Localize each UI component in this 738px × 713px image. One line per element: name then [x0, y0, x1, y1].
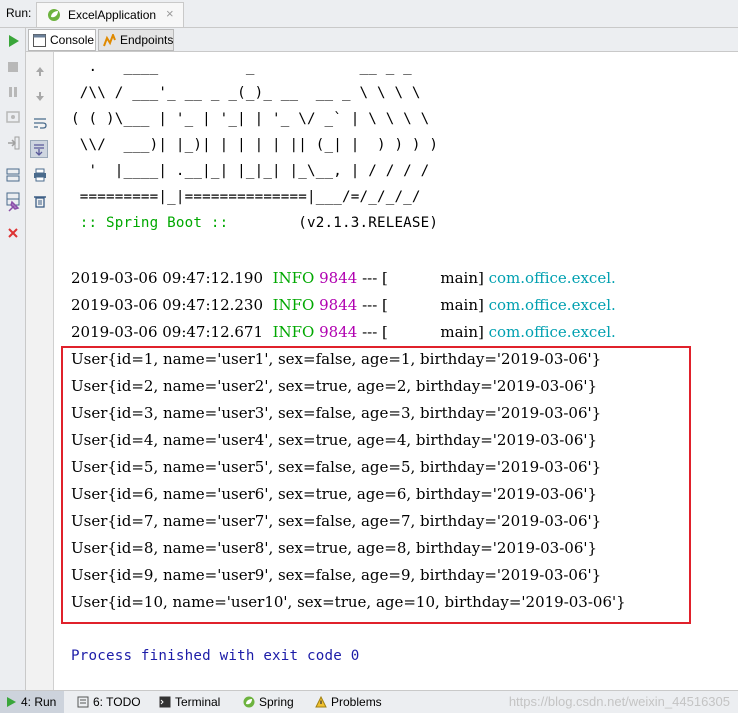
log-timestamp: 2019-03-06 09:47:12.190	[71, 269, 264, 287]
user-output-line: User{id=4, name='user4', sex=true, age=4…	[71, 431, 598, 449]
run-actions-toolbar	[0, 28, 26, 690]
exit-icon[interactable]	[4, 134, 22, 152]
user-output-line: User{id=10, name='user10', sex=true, age…	[71, 593, 626, 611]
spring-boot-label: :: Spring Boot ::	[71, 215, 238, 231]
toolwindow-todo[interactable]: 6: TODO	[72, 691, 146, 713]
user-output-line: User{id=8, name='user8', sex=true, age=8…	[71, 539, 598, 557]
banner-line-6: =========|_|==============|___/=/_/_/_/	[71, 189, 421, 205]
banner-line-4: \\/ ___)| |_)| | | | | || (_| | ) ) ) )	[71, 137, 439, 153]
stop-icon[interactable]	[4, 58, 22, 76]
user-output-line: User{id=5, name='user5', sex=false, age=…	[71, 458, 602, 476]
spring-leaf-icon	[243, 696, 255, 708]
toolwindow-todo-label: 6: TODO	[93, 695, 141, 709]
console-output[interactable]: . ____ _ __ _ _ /\\ / ___'_ __ _ _(_)_ _…	[55, 52, 738, 690]
run-toolwindow-header: Run: ExcelApplication ×	[0, 0, 738, 28]
run-config-tab-label: ExcelApplication	[68, 8, 157, 22]
problems-icon	[315, 696, 327, 708]
scroll-down-icon[interactable]	[31, 88, 49, 106]
banner-line-3: ( ( )\___ | '_ | '_| | '_ \/ _` | \ \ \ …	[71, 111, 430, 127]
console-icon	[33, 34, 46, 47]
log-thread: main]	[387, 323, 484, 341]
log-timestamp: 2019-03-06 09:47:12.230	[71, 296, 264, 314]
log-pid: 9844	[319, 269, 358, 287]
spring-boot-version: (v2.1.3.RELEASE)	[237, 215, 439, 231]
user-output-line: User{id=2, name='user2', sex=true, age=2…	[71, 377, 598, 395]
toolwindow-spring[interactable]: Spring	[238, 691, 299, 713]
run-label: Run:	[6, 6, 32, 20]
watermark: https://blog.csdn.net/weixin_44516305	[508, 694, 730, 709]
close-icon[interactable]: ×	[166, 6, 174, 21]
user-output-line: User{id=1, name='user1', sex=false, age=…	[71, 350, 602, 368]
log-line: 2019-03-06 09:47:12.190 INFO 9844 --- [ …	[71, 269, 616, 287]
user-output-line: User{id=9, name='user9', sex=false, age=…	[71, 566, 602, 584]
log-line: 2019-03-06 09:47:12.671 INFO 9844 --- [ …	[71, 323, 616, 341]
dump-threads-icon[interactable]	[4, 108, 22, 126]
clear-all-icon[interactable]	[31, 192, 49, 210]
run-icon	[7, 697, 16, 707]
user-output-line: User{id=6, name='user6', sex=true, age=6…	[71, 485, 598, 503]
log-level: INFO	[272, 323, 315, 341]
rerun-icon[interactable]	[4, 32, 22, 50]
console-tabbar: Console Endpoints	[26, 28, 738, 52]
user-output-line: User{id=7, name='user7', sex=false, age=…	[71, 512, 602, 530]
run-config-tab[interactable]: ExcelApplication	[36, 2, 184, 27]
tab-endpoints-label: Endpoints	[120, 33, 174, 47]
soft-wrap-icon[interactable]	[31, 114, 49, 132]
toolwindow-run-label: 4: Run	[21, 695, 57, 709]
toolwindow-problems-label: Problems	[331, 695, 382, 709]
tab-console-label: Console	[50, 33, 95, 47]
scroll-to-end-icon[interactable]	[30, 140, 48, 158]
log-logger[interactable]: com.office.excel.	[489, 323, 616, 341]
toolwindow-run[interactable]: 4: Run	[0, 691, 64, 713]
endpoints-icon	[103, 34, 116, 47]
log-logger[interactable]: com.office.excel.	[489, 296, 616, 314]
toolwindow-problems[interactable]: Problems	[310, 691, 387, 713]
log-level: INFO	[272, 296, 315, 314]
log-timestamp: 2019-03-06 09:47:12.671	[71, 323, 264, 341]
terminal-icon	[159, 696, 171, 708]
tab-endpoints[interactable]: Endpoints	[98, 29, 174, 51]
layout-icon[interactable]	[4, 166, 22, 184]
log-separator: --- [	[357, 269, 388, 287]
close-run-icon[interactable]	[4, 224, 22, 242]
todo-icon	[77, 696, 89, 708]
log-thread: main]	[387, 296, 484, 314]
toolwindow-terminal[interactable]: Terminal	[154, 691, 225, 713]
console-toolbar	[26, 52, 54, 690]
tool-window-bar: 4: Run 6: TODO Terminal Spring Problems …	[0, 690, 738, 713]
toolwindow-spring-label: Spring	[259, 695, 294, 709]
banner-line-2: /\\ / ___'_ __ _ _(_)_ __ __ _ \ \ \ \	[71, 85, 421, 101]
user-output-line: User{id=3, name='user3', sex=false, age=…	[71, 404, 602, 422]
log-separator: --- [	[357, 296, 388, 314]
exit-message: Process finished with exit code 0	[71, 648, 360, 664]
log-separator: --- [	[357, 323, 388, 341]
log-thread: main]	[387, 269, 484, 287]
log-level: INFO	[272, 269, 315, 287]
toolwindow-terminal-label: Terminal	[175, 695, 221, 709]
log-logger[interactable]: com.office.excel.	[489, 269, 616, 287]
tab-console[interactable]: Console	[28, 29, 96, 51]
spring-leaf-icon	[48, 9, 60, 21]
pin-icon[interactable]	[4, 198, 22, 216]
log-pid: 9844	[319, 323, 358, 341]
log-pid: 9844	[319, 296, 358, 314]
scroll-up-icon[interactable]	[31, 62, 49, 80]
log-line: 2019-03-06 09:47:12.230 INFO 9844 --- [ …	[71, 296, 616, 314]
pause-icon[interactable]	[4, 83, 22, 101]
print-icon[interactable]	[31, 166, 49, 184]
banner-line-5: ' |____| .__|_| |_|_| |_\__, | / / / /	[71, 163, 430, 179]
banner-line-1: . ____ _ __ _ _	[71, 59, 412, 75]
banner-spring-boot-line: :: Spring Boot :: (v2.1.3.RELEASE)	[71, 214, 438, 232]
